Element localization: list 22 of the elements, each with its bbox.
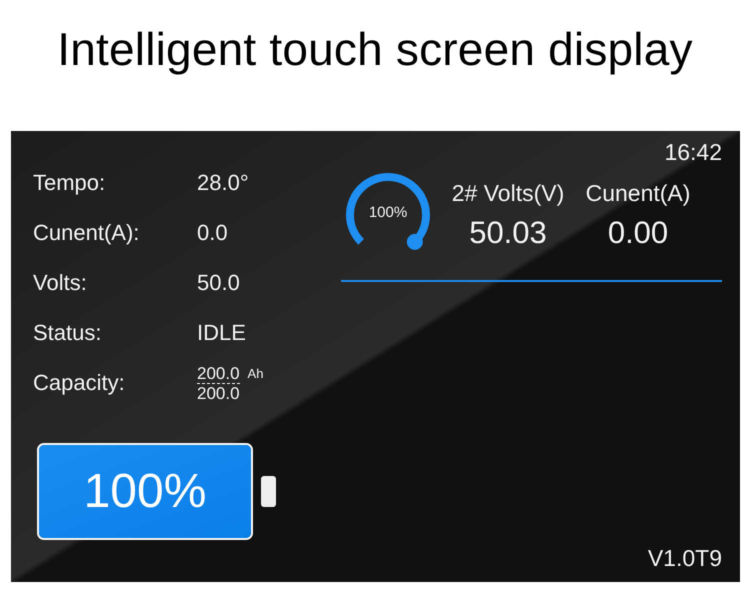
battery-terminal: [261, 476, 276, 507]
metric-label: Cunent(A): [586, 180, 690, 206]
capacity-total: 200.0: [197, 382, 240, 402]
version-label: V1.0T9: [648, 545, 722, 572]
reading-value: 28.0°: [197, 170, 249, 196]
reading-value: 50.0: [197, 270, 240, 296]
gauge-reading: 100%: [368, 204, 408, 221]
reading-label: Cunent(A):: [33, 220, 140, 246]
reading-label: Status:: [33, 320, 102, 346]
reading-value: 0.0: [197, 220, 228, 246]
metric-value: 50.03: [469, 214, 547, 250]
battery-reading: 100%: [84, 464, 206, 519]
reading-label: Volts:: [33, 270, 88, 296]
reading-label: Capacity:: [33, 370, 126, 396]
reading-label: Tempo:: [33, 170, 106, 196]
page-title: Intelligent touch screen display: [57, 22, 693, 77]
clock-time: 16:42: [664, 139, 722, 166]
capacity-unit: Ah: [248, 366, 264, 380]
capacity-charged: 200.0: [197, 364, 240, 382]
metric-label: 2# Volts(V): [452, 180, 564, 206]
metric-value: 0.00: [608, 214, 668, 250]
reading-value: IDLE: [197, 320, 246, 346]
